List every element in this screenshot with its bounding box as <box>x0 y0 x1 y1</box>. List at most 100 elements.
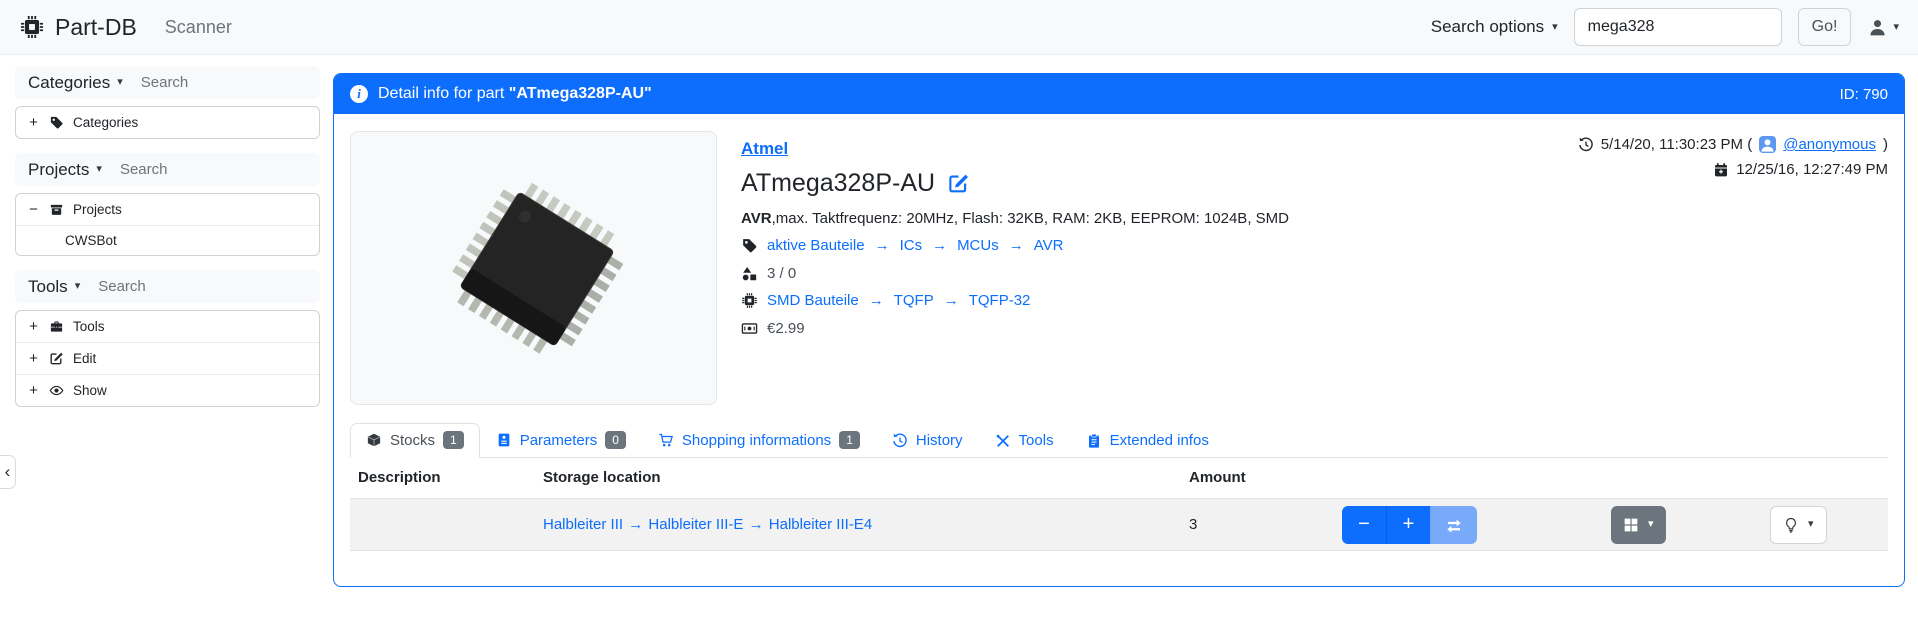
pencil-square-icon <box>49 351 64 366</box>
expand-icon[interactable]: + <box>27 382 40 399</box>
chevron-down-icon: ▾ <box>96 164 102 175</box>
chevron-down-icon: ▾ <box>1893 22 1899 33</box>
stock-grid-cell: ▾ <box>1603 506 1762 544</box>
clock-history-icon <box>892 433 908 449</box>
category-link[interactable]: ICs <box>900 237 923 254</box>
last-modified-row: 5/14/20, 11:30:23 PM ( @anonymous ) <box>1578 132 1888 157</box>
price-row: €2.99 <box>741 320 805 337</box>
part-meta-column: 5/14/20, 11:30:23 PM ( @anonymous ) <box>1578 132 1888 182</box>
storage-location-link[interactable]: Halbleiter III-E <box>648 516 743 533</box>
created-row: 12/25/16, 12:27:49 PM <box>1578 157 1888 182</box>
tree-item-edit[interactable]: + Edit <box>16 342 319 374</box>
tab-history[interactable]: History <box>876 424 979 458</box>
tools-panel-dropdown[interactable]: Tools ▾ <box>28 277 80 297</box>
tree-item-label: Edit <box>73 351 96 366</box>
tools-panel-header: Tools ▾ <box>15 270 320 303</box>
stock-summary-value: 3 / 0 <box>767 265 796 282</box>
categories-panel-header: Categories ▾ <box>15 66 320 99</box>
lightbulb-icon <box>1783 517 1799 533</box>
part-description-rest: ,max. Taktfrequenz: 20MHz, Flash: 32KB, … <box>772 210 1289 227</box>
collapse-sidebar-handle[interactable]: ‹ <box>0 455 16 489</box>
categories-panel-dropdown[interactable]: Categories ▾ <box>28 73 123 93</box>
footprint-link[interactable]: TQFP-32 <box>969 292 1031 309</box>
brand-link[interactable]: Part-DB <box>19 14 137 41</box>
category-link[interactable]: aktive Bauteile <box>767 237 865 254</box>
tab-badge: 1 <box>443 431 464 449</box>
path-arrow-icon: → <box>627 516 644 533</box>
tree-item-cwsbot[interactable]: CWSBot <box>16 225 319 255</box>
expand-icon[interactable]: + <box>27 350 40 367</box>
last-modified-text: 5/14/20, 11:30:23 PM ( <box>1601 136 1753 153</box>
collapse-icon[interactable]: − <box>27 201 40 218</box>
tools-search-input[interactable] <box>98 278 248 295</box>
storage-location-link[interactable]: Halbleiter III <box>543 516 623 533</box>
footprint-link[interactable]: SMD Bauteile <box>767 292 859 309</box>
chevron-down-icon: ▾ <box>117 77 123 88</box>
tab-parameters[interactable]: Parameters 0 <box>480 423 642 458</box>
path-arrow-icon: → <box>868 292 885 309</box>
projects-search-input[interactable] <box>120 161 270 178</box>
stock-row: Halbleiter III → Halbleiter III-E → Halb… <box>350 499 1888 551</box>
tab-extended-infos[interactable]: Extended infos <box>1070 424 1225 458</box>
category-link[interactable]: MCUs <box>957 237 999 254</box>
info-icon: i <box>350 85 368 103</box>
decrease-amount-button[interactable]: − <box>1342 506 1386 544</box>
move-stock-button[interactable] <box>1430 506 1477 544</box>
locate-dropdown[interactable]: ▾ <box>1770 506 1827 544</box>
parameters-badge-icon <box>496 432 512 448</box>
tree-item-projects[interactable]: − Projects <box>16 194 319 225</box>
tab-badge: 1 <box>839 431 860 449</box>
tab-stocks[interactable]: Stocks 1 <box>350 423 480 458</box>
tab-label: History <box>916 432 963 449</box>
stocks-table: Description Storage location Amount Halb… <box>350 457 1888 551</box>
tab-tools[interactable]: Tools <box>979 424 1070 458</box>
tree-item-categories[interactable]: + Categories <box>16 107 319 138</box>
chevron-down-icon: ▾ <box>1648 519 1654 530</box>
tree-item-show[interactable]: + Show <box>16 374 319 406</box>
category-link[interactable]: AVR <box>1034 237 1064 254</box>
top-navbar: Part-DB Scanner Search options ▾ Go! ▾ <box>0 0 1918 55</box>
part-image-card[interactable] <box>350 131 717 405</box>
tools-tree: + Tools + Edit + Show <box>15 310 320 407</box>
tab-label: Parameters <box>520 432 598 449</box>
nav-link-scanner[interactable]: Scanner <box>165 17 232 38</box>
tab-label: Tools <box>1019 432 1054 449</box>
detail-tabs: Stocks 1 Parameters 0 Shopping informa <box>350 423 1888 458</box>
search-options-dropdown[interactable]: Search options ▾ <box>1431 17 1558 37</box>
categories-search-input[interactable] <box>141 74 291 91</box>
categories-tree: + Categories <box>15 106 320 139</box>
user-menu-dropdown[interactable]: ▾ <box>1867 17 1899 38</box>
tree-item-label: Tools <box>73 319 105 334</box>
tag-icon <box>49 115 64 130</box>
grid-icon <box>1623 517 1639 533</box>
column-header-description: Description <box>350 457 535 498</box>
tools-icon <box>995 433 1011 449</box>
footprint-link[interactable]: TQFP <box>894 292 934 309</box>
tab-shopping-informations[interactable]: Shopping informations 1 <box>642 423 876 458</box>
edit-part-icon[interactable] <box>947 172 970 195</box>
storage-location-link[interactable]: Halbleiter III-E4 <box>769 516 872 533</box>
modified-user-link[interactable]: @anonymous <box>1783 136 1876 153</box>
stock-light-cell: ▾ <box>1762 506 1888 544</box>
go-button[interactable]: Go! <box>1798 8 1852 46</box>
avatar <box>1759 136 1776 153</box>
clock-history-icon <box>1578 137 1594 153</box>
label-options-dropdown[interactable]: ▾ <box>1611 506 1666 544</box>
stock-amount-cell: 3 <box>1181 516 1334 533</box>
eye-icon <box>49 383 64 398</box>
manufacturer-link[interactable]: Atmel <box>741 139 788 159</box>
tree-item-tools[interactable]: + Tools <box>16 311 319 342</box>
expand-icon[interactable]: + <box>27 318 40 335</box>
projects-panel-title: Projects <box>28 160 89 180</box>
expand-icon[interactable]: + <box>27 114 40 131</box>
detail-header-part-name: "ATmega328P-AU" <box>509 85 652 102</box>
user-icon <box>1867 17 1888 38</box>
clipboard-icon <box>1086 433 1102 449</box>
calendar-plus-icon <box>1713 162 1729 178</box>
category-row: aktive Bauteile → ICs → MCUs → AVR <box>741 237 1063 254</box>
increase-amount-button[interactable]: + <box>1386 506 1430 544</box>
search-input[interactable] <box>1574 8 1782 46</box>
projects-panel-dropdown[interactable]: Projects ▾ <box>28 160 102 180</box>
chevron-down-icon: ▾ <box>1808 519 1814 530</box>
categories-panel-title: Categories <box>28 73 110 93</box>
